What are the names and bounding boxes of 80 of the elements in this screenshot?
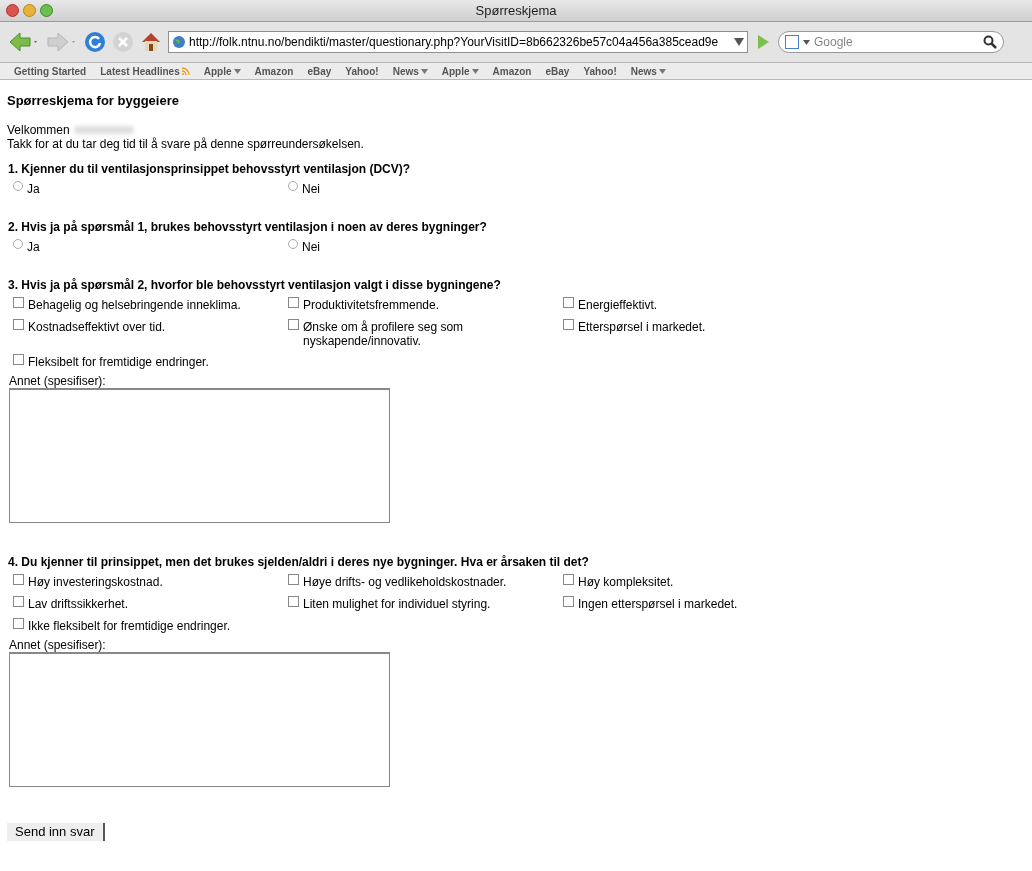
radio-button[interactable] [13, 239, 23, 249]
radio-button[interactable] [288, 239, 298, 249]
checkbox[interactable] [13, 596, 24, 607]
checkbox[interactable] [563, 574, 574, 585]
other-text-area[interactable] [9, 388, 390, 523]
bookmark-link[interactable]: Yahoo! [583, 63, 617, 79]
bookmark-link[interactable]: eBay [545, 63, 570, 79]
address-field[interactable]: http://folk.ntnu.no/bendikti/master/questionary.php?YourVisitID=8b662326be57c04a456a385cead9e [168, 31, 748, 53]
option-label: Ikke fleksibelt for fremtidige endringer. [28, 619, 231, 633]
option-label: Behagelig og helsebringende inneklima. [28, 298, 241, 312]
submit-button[interactable]: Send inn svar [7, 823, 105, 841]
question-title: 1. Kjenner du til ventilasjonsprinsippet behovsstyrt ventilasjon (DCV)? [7, 162, 412, 176]
option-label: Produktivitetsfremmende. [303, 298, 440, 312]
checkbox[interactable] [13, 297, 24, 308]
question-title: 4. Du kjenner til prinsippet, men det brukes sjelden/aldri i deres nye bygninger. Hva er årsaken til det? [7, 555, 590, 569]
bookmark-link[interactable]: Amazon [254, 63, 294, 79]
bookmark-link[interactable]: Yahoo! [345, 63, 379, 79]
option-label: Kostnadseffektivt over tid. [28, 320, 166, 334]
bookmark-link[interactable]: News [630, 63, 666, 79]
option-label: Ja [27, 182, 40, 196]
close-icon[interactable] [6, 4, 19, 17]
bookmark-link[interactable]: Apple [441, 63, 479, 79]
checkbox[interactable] [288, 319, 299, 330]
option-label: Høy investeringskostnad. [28, 575, 163, 589]
checkbox[interactable] [563, 596, 574, 607]
dropdown-icon [420, 68, 428, 74]
option-label: Etterspørsel i markedet. [578, 320, 706, 334]
other-label: Annet (spesifiser): [8, 638, 107, 652]
zoom-icon[interactable] [40, 4, 53, 17]
question-title: 3. Hvis ja på spørsmål 2, hvorfor ble behovsstyrt ventilasjon valgt i disse bygningene? [7, 278, 502, 292]
other-text-area[interactable] [9, 652, 390, 787]
search-field[interactable]: Google [814, 33, 979, 51]
option-label: Høy kompleksitet. [578, 575, 674, 589]
dropdown-icon [233, 68, 241, 74]
radio-button[interactable] [13, 181, 23, 191]
bookmark-link[interactable]: Amazon [492, 63, 532, 79]
option-label: Høye drifts- og vedlikeholdskostnader. [303, 575, 507, 589]
option-label: Energieffektivt. [578, 298, 658, 312]
globe-icon [172, 35, 186, 49]
other-label: Annet (spesifiser): [8, 374, 107, 388]
dropdown-icon[interactable] [734, 38, 744, 46]
question-title: 2. Hvis ja på spørsmål 1, brukes behovsstyrt ventilasjon i noen av deres bygninger? [7, 220, 488, 234]
bookmark-link[interactable]: Latest Headlines [100, 63, 190, 79]
checkbox[interactable] [563, 297, 574, 308]
bookmark-link[interactable]: News [392, 63, 428, 79]
option-label: Ja [27, 240, 40, 254]
option-label: Nei [302, 240, 320, 254]
bookmark-link[interactable]: eBay [307, 63, 332, 79]
feed-icon [181, 67, 190, 75]
url-text: http://folk.ntnu.no/bendikti/master/questionary.php?YourVisitID=8b662326be57c04a456a385cead9e [189, 34, 720, 51]
checkbox[interactable] [13, 574, 24, 585]
checkbox[interactable] [13, 354, 24, 365]
option-label: Fleksibelt for fremtidige endringer. [28, 355, 209, 369]
window-title: Spørreskjema [475, 1, 557, 20]
radio-button[interactable] [288, 181, 298, 191]
checkbox[interactable] [563, 319, 574, 330]
minimize-icon[interactable] [23, 4, 36, 17]
bookmark-link[interactable]: Apple [203, 63, 241, 79]
dropdown-icon [471, 68, 479, 74]
checkbox[interactable] [13, 319, 24, 330]
dropdown-icon [658, 68, 666, 74]
option-label: Nei [302, 182, 320, 196]
option-label: Lav driftssikkerhet. [28, 597, 129, 611]
search-icon[interactable] [983, 35, 997, 49]
back-icon[interactable] [8, 31, 40, 53]
welcome-text: Velkommen [7, 123, 70, 137]
option-label: Ingen etterspørsel i markedet. [578, 597, 738, 611]
reload-icon[interactable] [84, 31, 106, 53]
checkbox[interactable] [13, 618, 24, 629]
page-heading: Spørreskjema for byggeiere [7, 94, 180, 108]
bookmark-link[interactable]: Getting Started [14, 63, 87, 79]
intro-text: Takk for at du tar deg tid til å svare på denne spørreundersøkelsen. [7, 137, 365, 151]
checkbox[interactable] [288, 574, 299, 585]
option-label: Ønske om å profilere seg som nyskapende/innovativ. [303, 320, 465, 348]
checkbox[interactable] [288, 297, 299, 308]
home-icon[interactable] [140, 31, 162, 53]
option-label: Liten mulighet for individuel styring. [303, 597, 491, 611]
checkbox[interactable] [288, 596, 299, 607]
dropdown-icon[interactable] [803, 39, 810, 45]
search-bar[interactable]: Google [778, 31, 1004, 53]
